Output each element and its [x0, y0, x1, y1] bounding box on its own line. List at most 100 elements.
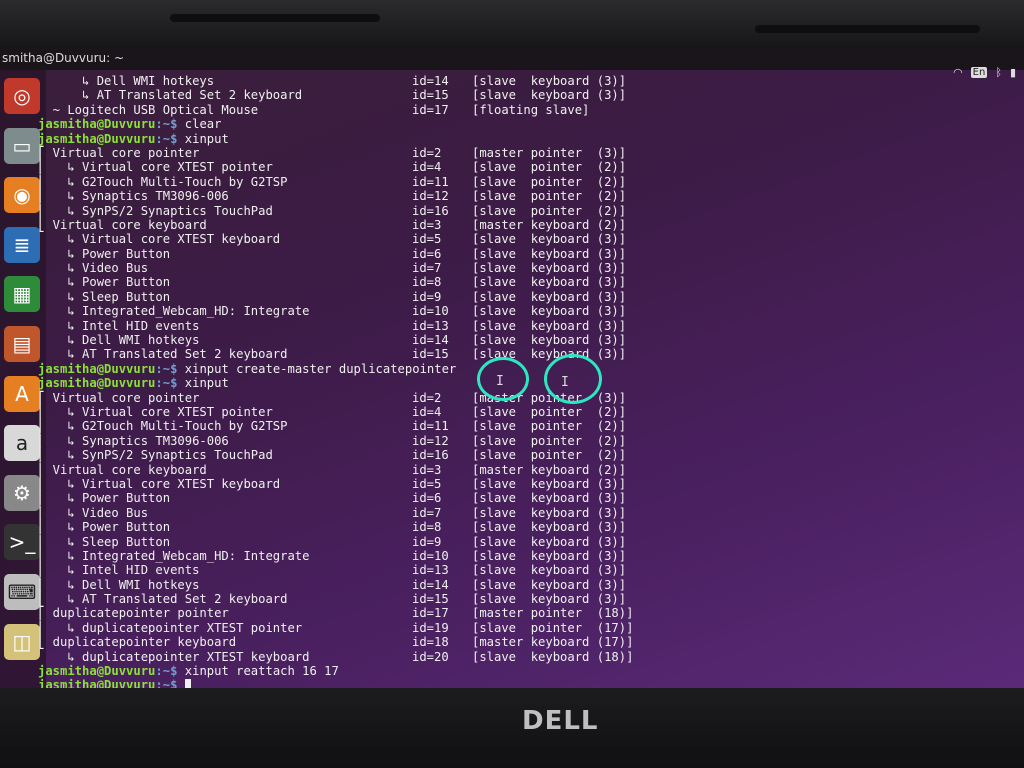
- image-viewer-icon[interactable]: ◫: [4, 623, 40, 660]
- terminal-icon[interactable]: >_: [4, 524, 40, 561]
- device-id: id=19: [412, 620, 449, 635]
- device-role: [slave keyboard (3)]: [472, 246, 627, 261]
- device-role: [slave keyboard (3)]: [472, 333, 627, 348]
- device-id: id=17: [412, 606, 449, 621]
- terminal-prompt-line: jasmitha@Duvvuru:~$: [38, 678, 658, 688]
- device-name: ⎜ ↳ Power Button: [38, 520, 171, 535]
- device-name: ⎜ ↳ Synaptics TM3096-006: [38, 189, 229, 204]
- device-id: id=11: [412, 419, 449, 434]
- device-role: [slave keyboard (18)]: [472, 649, 634, 664]
- device-role: [slave keyboard (3)]: [472, 592, 627, 607]
- keyboard-icon[interactable]: ⌨: [4, 574, 40, 610]
- device-role: [slave keyboard (3)]: [472, 505, 627, 520]
- terminal-prompt-line: jasmitha@Duvvuru:~$ xinput: [38, 132, 658, 146]
- search-icon[interactable]: ◎: [4, 78, 40, 114]
- command-text: xinput reattach 16 17: [184, 664, 339, 679]
- ibeam-cursor-icon: I: [496, 374, 504, 389]
- bluetooth-icon[interactable]: ᛒ: [995, 66, 1002, 79]
- device-name: ↳ Virtual core XTEST keyboard: [38, 232, 281, 247]
- device-id: id=15: [412, 347, 449, 362]
- device-row: ⎜ ↳ Power Button id=6 [slave keyboard (3)]: [38, 491, 658, 505]
- device-id: id=10: [412, 304, 449, 319]
- device-id: id=6: [412, 246, 442, 261]
- prompt-user: jasmitha@Duvvuru: [38, 131, 156, 146]
- device-id: id=15: [412, 592, 449, 607]
- device-row: ↳ Power Button id=8 [slave keyboard (3)]: [38, 275, 658, 289]
- annotation-circle: [544, 354, 602, 404]
- device-role: [slave pointer (2)]: [472, 189, 627, 204]
- keyboard-layout-indicator[interactable]: En: [970, 67, 988, 78]
- amazon-icon[interactable]: a: [4, 425, 40, 462]
- device-role: [slave keyboard (3)]: [472, 534, 627, 549]
- device-id: id=11: [412, 174, 449, 189]
- device-name: ⎜ ↳ Sleep Button: [38, 534, 171, 549]
- command-text: clear: [184, 117, 222, 132]
- device-name: ↳ Power Button: [38, 275, 171, 290]
- device-row: ⎜ ↳ Intel HID events id=13 [slave keyboard…: [38, 563, 658, 577]
- software-center-icon[interactable]: A: [4, 375, 40, 412]
- device-id: id=9: [412, 534, 442, 549]
- device-role: [floating slave]: [472, 102, 590, 117]
- firefox-icon[interactable]: ◉: [4, 177, 40, 214]
- device-row: ⎜ ↳ SynPS/2 Synaptics TouchPad id=16 [slav…: [38, 448, 658, 462]
- device-name: ↳ Video Bus: [38, 261, 149, 276]
- calc-icon[interactable]: ▦: [4, 276, 40, 313]
- device-role: [master keyboard (2)]: [472, 217, 627, 232]
- device-id: id=16: [412, 203, 449, 218]
- device-row: ↳ Virtual core XTEST keyboard id=5 [slave …: [38, 232, 658, 246]
- device-role: [slave keyboard (3)]: [472, 304, 627, 319]
- device-role: [slave keyboard (3)]: [472, 548, 627, 563]
- device-row: ⎜ ↳ Virtual core XTEST keyboard id=5 [slav…: [38, 477, 658, 491]
- device-id: id=14: [412, 333, 449, 348]
- prompt-user: jasmitha@Duvvuru: [38, 664, 156, 679]
- device-name: ⎜ ↳ AT Translated Set 2 keyboard: [38, 592, 288, 607]
- device-name: ⎜ ↳ Virtual core XTEST keyboard: [38, 476, 281, 491]
- device-role: [master keyboard (17)]: [472, 635, 634, 650]
- device-role: [slave pointer (2)]: [472, 174, 627, 189]
- device-row: ⎜ ↳ Sleep Button id=9 [slave keyboard (3)]: [38, 535, 658, 549]
- device-id: id=12: [412, 189, 449, 204]
- device-row: ↳ Intel HID events id=13 [slave keyboard (…: [38, 319, 658, 333]
- terminal-prompt-line: jasmitha@Duvvuru:~$ xinput reattach 16 1…: [38, 664, 658, 678]
- device-name: ⎜ ↳ Synaptics TM3096-006: [38, 433, 229, 448]
- text-cursor[interactable]: [184, 679, 191, 688]
- device-id: id=13: [412, 318, 449, 333]
- device-role: [slave keyboard (3)]: [472, 520, 627, 535]
- prompt-user: jasmitha@Duvvuru: [38, 117, 156, 132]
- device-name: ⎜ ↳ Power Button: [38, 491, 171, 506]
- impress-icon[interactable]: ▤: [4, 326, 40, 362]
- settings-icon[interactable]: ⚙: [4, 474, 40, 511]
- writer-icon[interactable]: ≣: [4, 226, 40, 263]
- bezel-groove: [755, 25, 980, 33]
- device-row: ⎜ ↳ G2Touch Multi-Touch by G2TSP id=11 [sl…: [38, 175, 658, 189]
- device-name: ⎡ duplicatepointer pointer: [38, 606, 229, 621]
- device-row: ⎜ ↳ Virtual core XTEST pointer id=4 [slave…: [38, 160, 658, 174]
- device-name: ⎜ ↳ Intel HID events: [38, 563, 200, 578]
- device-role: [slave keyboard (3)]: [472, 491, 627, 506]
- device-name: ↳ AT Translated Set 2 keyboard: [38, 347, 288, 362]
- screen: smitha@Duvvuru: ~ ◠ En ᛒ ▮ ◎ ▭ ◉ ≣ ▦ ▤ Aa ⚙ >_ ⌨ ◫…: [0, 48, 1024, 688]
- device-name: ↳ Dell WMI hotkeys: [38, 74, 215, 88]
- device-id: id=3: [412, 462, 442, 477]
- command-text: xinput create-master duplicatepointer: [184, 361, 457, 376]
- device-name: ⎜ ↳ G2Touch Multi-Touch by G2TSP: [38, 419, 288, 434]
- laptop-bezel-bottom: DELL: [0, 688, 1024, 768]
- device-id: id=5: [412, 232, 442, 247]
- command-text: xinput: [184, 376, 229, 391]
- device-row: ⎜ ↳ duplicatepointer XTEST pointer id=19 […: [38, 621, 658, 635]
- device-role: [slave pointer (2)]: [472, 160, 627, 175]
- system-tray[interactable]: ◠ En ᛒ ▮: [953, 66, 1016, 79]
- wifi-icon[interactable]: ◠: [953, 66, 963, 79]
- device-row: ↳ Sleep Button id=9 [slave keyboard (3)]: [38, 290, 658, 304]
- device-id: id=3: [412, 217, 442, 232]
- device-role: [slave pointer (17)]: [472, 620, 634, 635]
- battery-icon[interactable]: ▮: [1010, 66, 1016, 79]
- device-role: [slave keyboard (3)]: [472, 261, 627, 276]
- device-name: ⎜ ↳ SynPS/2 Synaptics TouchPad: [38, 448, 273, 463]
- device-id: id=8: [412, 520, 442, 535]
- laptop-bezel-top: [0, 0, 1024, 48]
- files-icon[interactable]: ▭: [4, 127, 40, 164]
- device-row: ⎜ ↳ Power Button id=8 [slave keyboard (3)]: [38, 520, 658, 534]
- device-id: id=17: [412, 102, 449, 117]
- device-role: [slave keyboard (3)]: [472, 275, 627, 290]
